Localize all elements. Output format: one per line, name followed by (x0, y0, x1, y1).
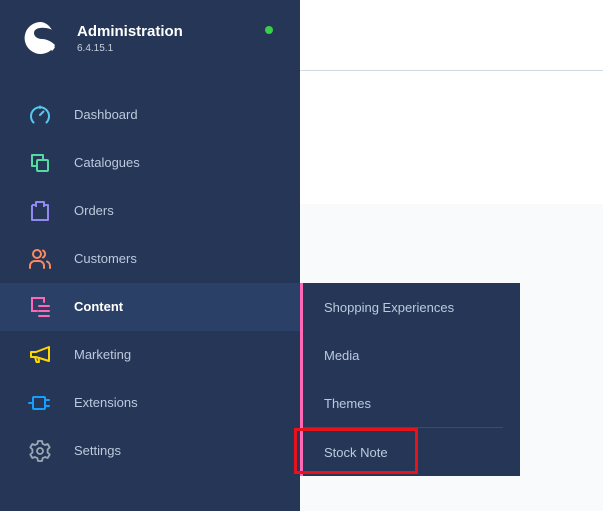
sidebar-item-catalogues[interactable]: Catalogues (0, 139, 300, 187)
sidebar: Administration 6.4.15.1 Dashboard Catalo… (0, 0, 300, 511)
sidebar-item-label: Settings (74, 443, 121, 458)
sidebar-item-orders[interactable]: Orders (0, 187, 300, 235)
top-header (300, 0, 603, 71)
gauge-icon (30, 105, 50, 124)
sidebar-item-marketing[interactable]: Marketing (0, 331, 300, 379)
copy-icon (31, 154, 49, 172)
flyout-item-label: Themes (324, 396, 371, 411)
status-indicator (265, 26, 273, 34)
content-area (300, 71, 603, 204)
sidebar-item-customers[interactable]: Customers (0, 235, 300, 283)
flyout-item-shopping-experiences[interactable]: Shopping Experiences (303, 283, 520, 331)
sidebar-item-label: Marketing (74, 347, 132, 362)
sidebar-item-label: Orders (74, 203, 114, 218)
shopping-bag-icon (31, 201, 49, 221)
brand-header: Administration 6.4.15.1 (0, 0, 300, 80)
sidebar-item-label: Customers (74, 251, 137, 266)
flyout-item-media[interactable]: Media (303, 331, 520, 379)
app-title: Administration (77, 23, 183, 40)
megaphone-icon (30, 346, 50, 363)
gear-icon (29, 440, 51, 462)
content-icon (31, 297, 50, 317)
flyout-item-themes[interactable]: Themes (303, 379, 520, 427)
flyout-item-label: Shopping Experiences (324, 300, 455, 315)
sidebar-item-settings[interactable]: Settings (0, 427, 300, 475)
highlight-annotation (294, 428, 418, 474)
sidebar-item-dashboard[interactable]: Dashboard (0, 91, 300, 139)
plug-icon (28, 396, 50, 410)
sidebar-item-content[interactable]: Content (0, 283, 300, 331)
app-version: 6.4.15.1 (77, 43, 114, 54)
sidebar-item-label: Catalogues (74, 155, 140, 170)
users-icon (29, 249, 51, 269)
sidebar-item-label: Content (74, 299, 124, 314)
sidebar-item-extensions[interactable]: Extensions (0, 379, 300, 427)
sidebar-item-label: Extensions (74, 395, 138, 410)
sidebar-item-label: Dashboard (74, 107, 138, 122)
flyout-item-label: Media (324, 348, 360, 363)
shopware-logo-icon (24, 22, 55, 54)
